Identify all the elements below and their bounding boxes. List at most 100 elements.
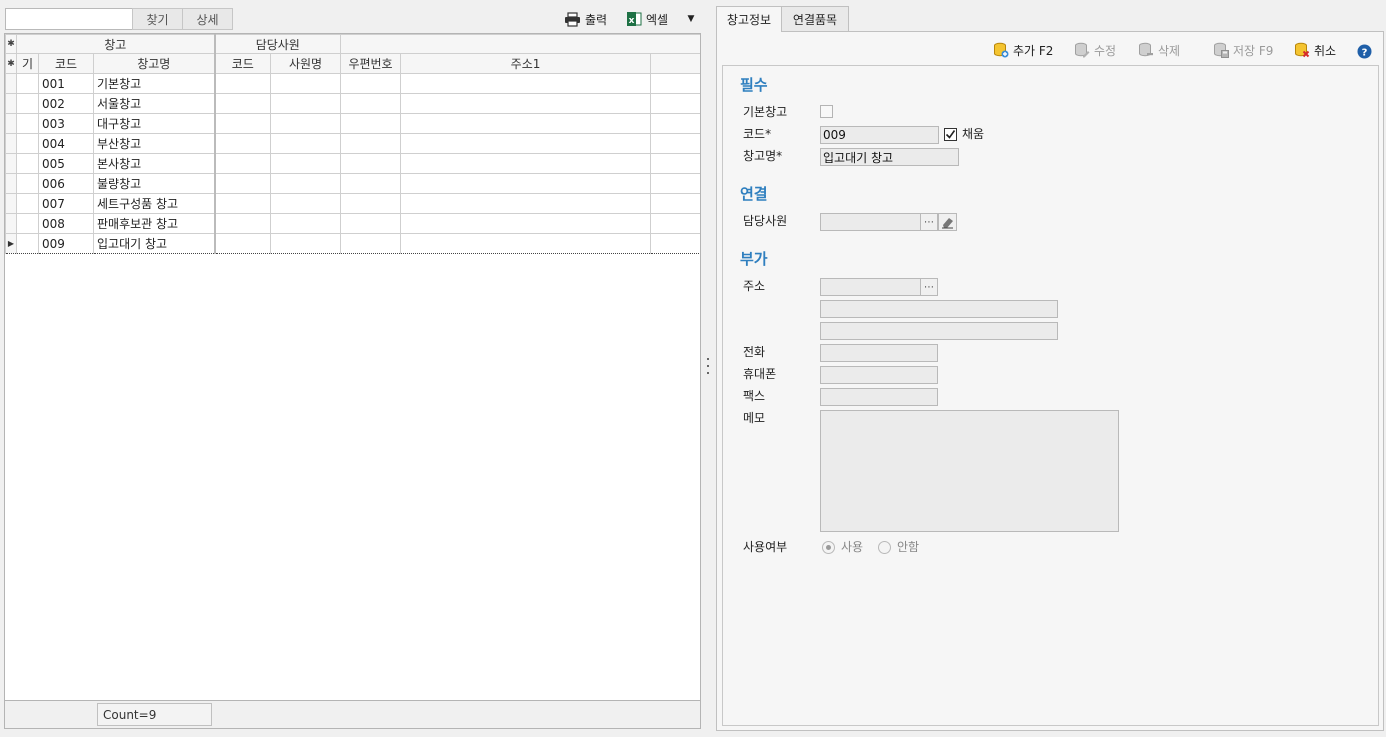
tab-warehouse-info[interactable]: 창고정보	[716, 6, 782, 32]
cell-extra[interactable]	[650, 93, 700, 114]
cell-zip[interactable]	[340, 153, 402, 174]
save-button[interactable]: 저장 F9	[1213, 41, 1273, 59]
name-field[interactable]: 입고대기 창고	[820, 148, 959, 166]
cell-default[interactable]	[16, 73, 39, 94]
cell-staff-code[interactable]	[213, 233, 272, 254]
cell-staff-name[interactable]	[270, 93, 342, 114]
cancel-button[interactable]: 취소	[1294, 41, 1336, 59]
cell-default[interactable]	[16, 153, 39, 174]
table-row[interactable]: 008 판매후보관 창고	[5, 213, 700, 234]
cell-zip[interactable]	[340, 133, 402, 154]
cell-staff-code[interactable]	[213, 193, 272, 214]
use-radio[interactable]	[822, 541, 835, 554]
cell-staff-code[interactable]	[213, 133, 272, 154]
pane-splitter[interactable]	[706, 358, 710, 374]
cell-name[interactable]: 세트구성품 창고	[92, 193, 216, 214]
cell-staff-code[interactable]	[213, 173, 272, 194]
add-button[interactable]: 추가 F2	[993, 41, 1053, 59]
mobile-field[interactable]	[820, 366, 938, 384]
cell-name[interactable]: 서울창고	[92, 93, 216, 114]
row-indicator[interactable]	[5, 133, 17, 154]
fax-field[interactable]	[820, 388, 938, 406]
address-line2-field[interactable]	[820, 322, 1058, 340]
print-button[interactable]: 출력	[564, 9, 607, 29]
search-input[interactable]	[5, 8, 134, 30]
cell-staff-name[interactable]	[270, 173, 342, 194]
cell-name[interactable]: 대구창고	[92, 113, 216, 134]
cell-name[interactable]: 부산창고	[92, 133, 216, 154]
cell-zip[interactable]	[340, 233, 402, 254]
not-use-radio[interactable]	[878, 541, 891, 554]
cell-address1[interactable]	[400, 133, 652, 154]
table-row[interactable]: 004 부산창고	[5, 133, 700, 154]
cell-staff-code[interactable]	[213, 113, 272, 134]
cell-address1[interactable]	[400, 93, 652, 114]
row-indicator[interactable]	[5, 73, 17, 94]
cell-zip[interactable]	[340, 113, 402, 134]
cell-default[interactable]	[16, 173, 39, 194]
cell-name[interactable]: 본사창고	[92, 153, 216, 174]
staff-lookup-button[interactable]: ⋯	[920, 213, 938, 231]
table-row[interactable]: 002 서울창고	[5, 93, 700, 114]
cell-staff-name[interactable]	[270, 133, 342, 154]
address-line1-field[interactable]	[820, 300, 1058, 318]
detail-button[interactable]: 상세	[182, 8, 233, 30]
cell-staff-name[interactable]	[270, 113, 342, 134]
cell-code[interactable]: 002	[38, 93, 94, 114]
col-header-staff-name[interactable]: 사원명	[270, 53, 342, 74]
cell-zip[interactable]	[340, 173, 402, 194]
cell-staff-code[interactable]	[213, 93, 272, 114]
cell-default[interactable]	[16, 213, 39, 234]
row-indicator[interactable]	[5, 113, 17, 134]
delete-button[interactable]: 삭제	[1138, 41, 1180, 59]
address-lookup-button[interactable]: ⋯	[920, 278, 938, 296]
cell-code[interactable]: 005	[38, 153, 94, 174]
cell-code[interactable]: 007	[38, 193, 94, 214]
cell-extra[interactable]	[650, 113, 700, 134]
col-header-name[interactable]: 창고명	[92, 53, 216, 74]
staff-clear-button[interactable]	[938, 213, 957, 231]
cell-default[interactable]	[16, 113, 39, 134]
excel-dropdown-button[interactable]: ▼	[684, 9, 698, 29]
cell-address1[interactable]	[400, 233, 652, 254]
table-row[interactable]: 003 대구창고	[5, 113, 700, 134]
cell-address1[interactable]	[400, 193, 652, 214]
code-field[interactable]: 009	[820, 126, 939, 144]
col-header-zip[interactable]: 우편번호	[340, 53, 402, 74]
staff-field[interactable]	[820, 213, 921, 231]
cell-staff-name[interactable]	[270, 193, 342, 214]
cell-code[interactable]: 001	[38, 73, 94, 94]
cell-zip[interactable]	[340, 93, 402, 114]
cell-extra[interactable]	[650, 173, 700, 194]
cell-extra[interactable]	[650, 73, 700, 94]
cell-staff-name[interactable]	[270, 233, 342, 254]
col-header-address1[interactable]: 주소1	[400, 53, 652, 74]
row-indicator[interactable]	[5, 213, 17, 234]
cell-zip[interactable]	[340, 193, 402, 214]
cell-address1[interactable]	[400, 153, 652, 174]
cell-name[interactable]: 입고대기 창고	[92, 233, 216, 254]
cell-default[interactable]	[16, 133, 39, 154]
row-indicator[interactable]	[5, 93, 17, 114]
phone-field[interactable]	[820, 344, 938, 362]
excel-button[interactable]: x 엑셀	[626, 9, 668, 29]
zip-field[interactable]	[820, 278, 921, 296]
cell-address1[interactable]	[400, 113, 652, 134]
table-row-selected[interactable]: ▶ 009 입고대기 창고	[5, 233, 700, 254]
cell-extra[interactable]	[650, 193, 700, 214]
cell-staff-name[interactable]	[270, 73, 342, 94]
cell-code[interactable]: 009	[38, 233, 94, 254]
cell-address1[interactable]	[400, 213, 652, 234]
cell-name[interactable]: 불량창고	[92, 173, 216, 194]
find-button[interactable]: 찾기	[132, 8, 183, 30]
cell-address1[interactable]	[400, 73, 652, 94]
cell-address1[interactable]	[400, 173, 652, 194]
cell-zip[interactable]	[340, 213, 402, 234]
cell-code[interactable]: 006	[38, 173, 94, 194]
cell-staff-code[interactable]	[213, 153, 272, 174]
cell-name[interactable]: 판매후보관 창고	[92, 213, 216, 234]
cell-code[interactable]: 003	[38, 113, 94, 134]
cell-extra[interactable]	[650, 213, 700, 234]
table-row[interactable]: 005 본사창고	[5, 153, 700, 174]
col-header-staff-code[interactable]: 코드	[213, 53, 272, 74]
